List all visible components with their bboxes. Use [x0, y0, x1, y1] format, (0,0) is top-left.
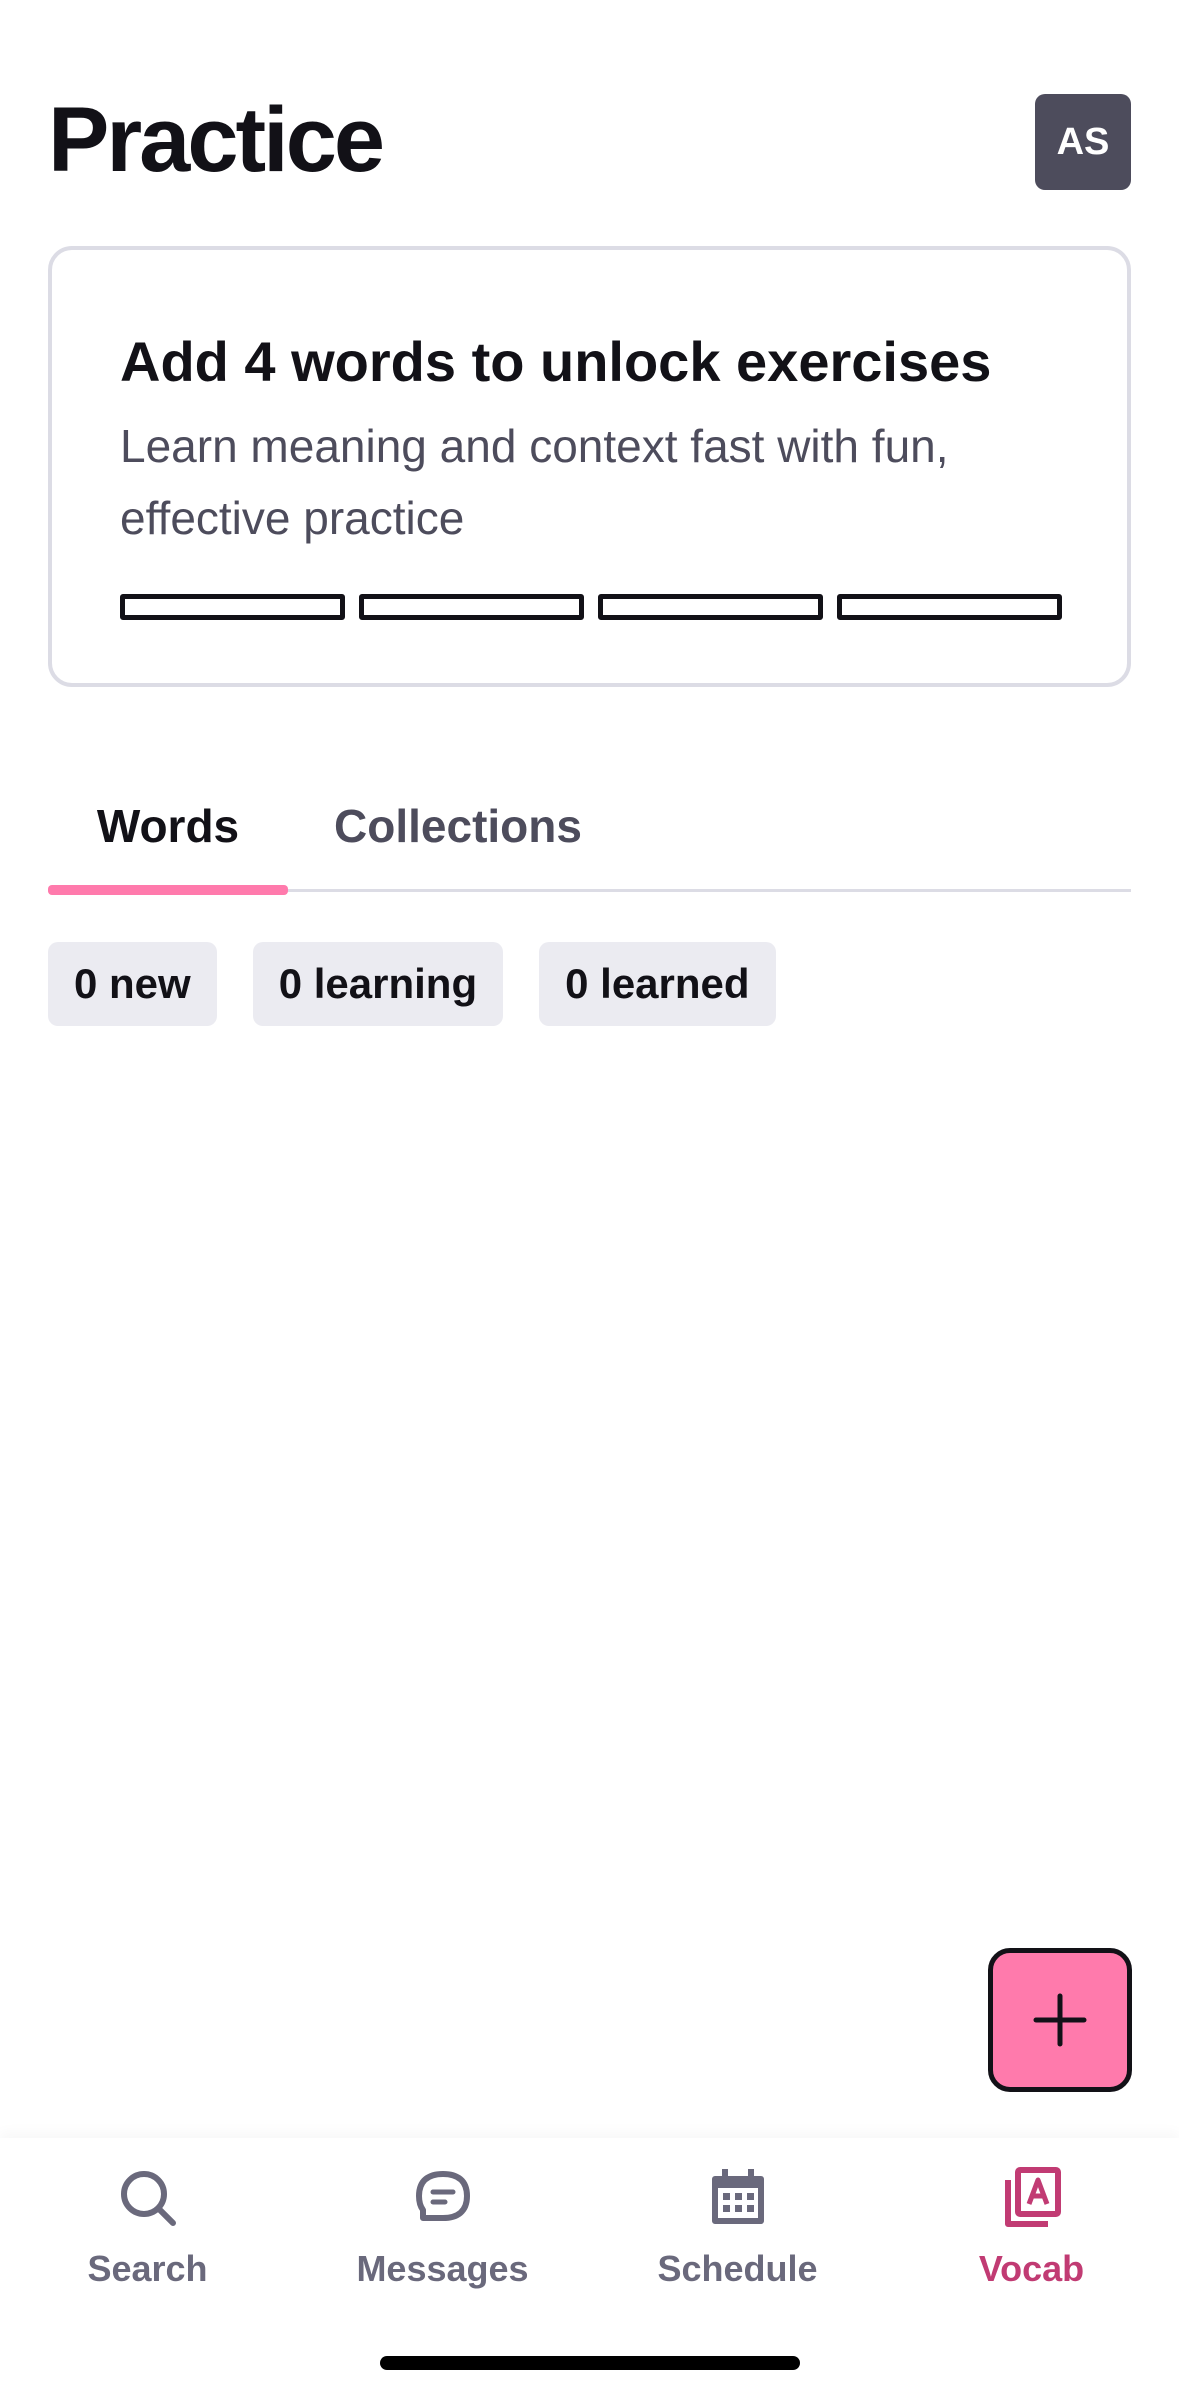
progress-bar	[120, 594, 1062, 620]
nav-search[interactable]: Search	[0, 2166, 295, 2316]
card-title: Add 4 words to unlock exercises	[120, 330, 992, 393]
tab-words[interactable]: Words	[48, 760, 288, 895]
status-chips: 0 new 0 learning 0 learned	[48, 942, 776, 1026]
tab-collections[interactable]: Collections	[328, 760, 588, 892]
avatar[interactable]: AS	[1035, 94, 1131, 190]
chip-learning[interactable]: 0 learning	[252, 942, 504, 1026]
progress-segment	[837, 594, 1062, 620]
card-description: Learn meaning and context fast with fun,…	[120, 420, 949, 544]
search-icon	[116, 2166, 180, 2230]
vocab-icon	[1000, 2166, 1064, 2230]
chip-new[interactable]: 0 new	[48, 942, 217, 1026]
page-title: Practice	[48, 89, 385, 191]
home-indicator	[380, 2356, 800, 2370]
progress-segment	[598, 594, 823, 620]
progress-segment	[359, 594, 584, 620]
messages-icon	[411, 2166, 475, 2230]
nav-label: Vocab	[978, 2248, 1085, 2289]
nav-label: Search	[87, 2248, 208, 2289]
nav-messages[interactable]: Messages	[295, 2166, 590, 2316]
unlock-exercises-card: Add 4 words to unlock exercises Learn me…	[48, 246, 1131, 687]
nav-label: Messages	[356, 2248, 529, 2289]
calendar-icon	[706, 2166, 770, 2230]
nav-vocab[interactable]: Vocab	[884, 2166, 1179, 2316]
add-word-button[interactable]	[988, 1948, 1132, 2092]
progress-segment	[120, 594, 345, 620]
nav-label: Schedule	[657, 2248, 818, 2289]
chip-learned[interactable]: 0 learned	[539, 942, 776, 1026]
plus-icon	[1033, 1993, 1087, 2047]
tab-bar: Words Collections	[48, 760, 1131, 895]
header: Practice AS	[48, 90, 1131, 190]
nav-schedule[interactable]: Schedule	[590, 2166, 885, 2316]
